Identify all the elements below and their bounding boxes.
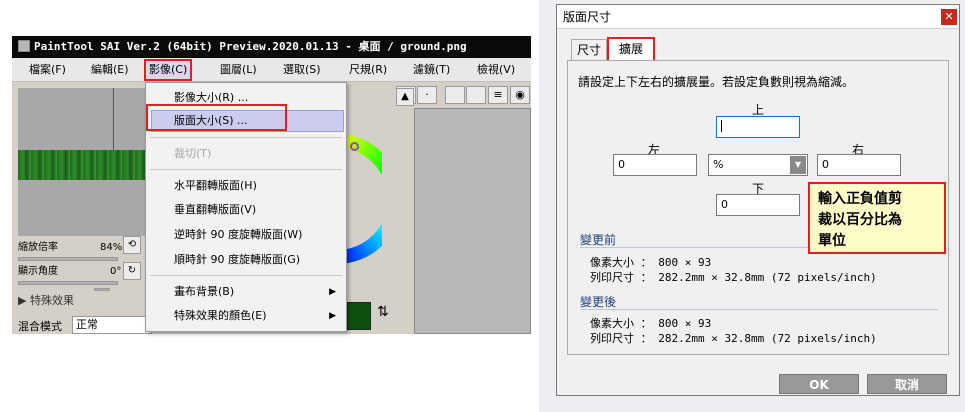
menu-edit[interactable]: 編輯(E): [88, 61, 132, 79]
angle-value: 0°: [110, 266, 122, 277]
after-pixel-size: 像素大小 ： 800 × 93: [590, 315, 711, 331]
sai-app-icon: [18, 40, 30, 52]
highlight-box-canvas-size: [146, 104, 287, 131]
bottom-input[interactable]: 0: [716, 194, 800, 216]
tab-expand[interactable]: 擴展: [607, 37, 655, 61]
zoom-row: 縮放倍率 84%: [18, 240, 122, 256]
dialog-title: 版面尺寸: [563, 10, 612, 24]
menu-separator: [150, 137, 342, 138]
menu-filter[interactable]: 濾鏡(T): [410, 61, 453, 79]
effect-color-label: 特殊效果的顏色(E): [174, 309, 267, 322]
tool-icon-a[interactable]: [445, 86, 465, 104]
menu-file[interactable]: 檔案(F): [26, 61, 69, 79]
panel-grip[interactable]: [94, 288, 110, 291]
left-input[interactable]: 0: [613, 154, 697, 176]
after-pixel-label: 像素大小 ：: [590, 317, 652, 330]
zoom-value: 84%: [100, 242, 123, 253]
swap-arrows-icon[interactable]: ⇅: [377, 304, 389, 320]
menu-ruler[interactable]: 尺規(R): [346, 61, 390, 79]
rotate-reset-button[interactable]: ↻: [123, 262, 141, 280]
preview-divider: [113, 88, 114, 150]
tab-size[interactable]: 尺寸: [571, 39, 607, 61]
primary-color-swatch[interactable]: [347, 302, 371, 330]
after-pixel-value: 800 × 93: [658, 317, 712, 330]
zoom-reset-button[interactable]: ⟲: [123, 236, 141, 254]
tool-icon-b[interactable]: [466, 86, 486, 104]
after-divider: [580, 309, 938, 310]
before-print-size: 列印尺寸 ： 282.2mm × 32.8mm (72 pixels/inch): [590, 269, 877, 285]
menu-image[interactable]: 影像(C): [144, 59, 193, 81]
menu-flip-vertical[interactable]: 垂直翻轉版面(V): [146, 199, 346, 221]
zoom-slider[interactable]: [18, 257, 118, 261]
after-print-label: 列印尺寸 ：: [590, 332, 652, 345]
menu-rotate-cw[interactable]: 順時針 90 度旋轉版面(G): [146, 249, 346, 271]
before-section-title: 變更前: [580, 233, 617, 247]
menu-select[interactable]: 選取(S): [280, 61, 324, 79]
menu-canvas-background[interactable]: 畫布背景(B) ▶: [146, 281, 346, 303]
annotation-note: 輸入正負值剪 裁以百分比為 單位: [808, 182, 946, 254]
menu-crop: 裁切(T): [174, 147, 212, 160]
before-pixel-label: 像素大小 ：: [590, 256, 652, 269]
top-input[interactable]: [716, 116, 800, 138]
scroll-up-icon[interactable]: ▲: [396, 88, 414, 106]
menu-separator: [150, 169, 342, 170]
before-print-value: 282.2mm × 32.8mm (72 pixels/inch): [658, 271, 877, 284]
menu-effect-color[interactable]: 特殊效果的顏色(E) ▶: [146, 305, 346, 327]
after-print-size: 列印尺寸 ： 282.2mm × 32.8mm (72 pixels/inch): [590, 330, 877, 346]
chevron-down-icon[interactable]: ▼: [790, 156, 806, 174]
unit-select-value: %: [713, 158, 724, 171]
angle-label: 顯示角度: [18, 266, 58, 277]
instruction-text: 請設定上下左右的擴展量。若設定負數則視為縮減。: [578, 75, 855, 89]
submenu-arrow-icon: ▶: [329, 311, 336, 321]
before-pixel-value: 800 × 93: [658, 256, 712, 269]
canvas-background-label: 畫布背景(B): [174, 285, 235, 298]
sai-title-text: PaintTool SAI Ver.2 (64bit) Preview.2020…: [34, 40, 467, 53]
special-effects-toggle[interactable]: ▶ 特殊效果: [18, 292, 74, 308]
grass-strip: [18, 150, 148, 180]
redo-icon[interactable]: ·: [417, 86, 437, 104]
layer-panel[interactable]: [414, 108, 531, 334]
cancel-button[interactable]: 取消: [867, 374, 947, 394]
eye-icon[interactable]: ◉: [510, 86, 530, 104]
right-input[interactable]: 0: [817, 154, 901, 176]
text-caret: [721, 120, 722, 132]
after-section-title: 變更後: [580, 295, 617, 309]
unit-select[interactable]: % ▼: [708, 154, 808, 176]
menu-layer[interactable]: 圖層(L): [217, 61, 260, 79]
blend-mode-select[interactable]: 正常: [72, 316, 152, 334]
dialog-title-bar: 版面尺寸 ✕: [557, 5, 959, 29]
menu-flip-horizontal[interactable]: 水平翻轉版面(H): [146, 175, 346, 197]
before-pixel-size: 像素大小 ： 800 × 93: [590, 254, 711, 270]
navigator-preview[interactable]: [18, 88, 148, 236]
angle-row: 顯示角度 0°: [18, 264, 121, 280]
menu-lines-icon[interactable]: ≡: [488, 86, 508, 104]
angle-slider[interactable]: [18, 281, 118, 285]
blend-mode-label: 混合模式: [18, 320, 62, 333]
close-icon[interactable]: ✕: [941, 9, 957, 25]
ok-button[interactable]: OK: [779, 374, 859, 394]
zoom-label: 縮放倍率: [18, 242, 58, 253]
menu-separator: [150, 275, 342, 276]
hue-knob[interactable]: [350, 142, 359, 151]
sai-menubar: 檔案(F) 編輯(E) 影像(C) 圖層(L) 選取(S) 尺規(R) 濾鏡(T…: [12, 58, 531, 82]
after-print-value: 282.2mm × 32.8mm (72 pixels/inch): [658, 332, 877, 345]
menu-rotate-ccw[interactable]: 逆時針 90 度旋轉版面(W): [146, 224, 346, 246]
sai-title-bar: PaintTool SAI Ver.2 (64bit) Preview.2020…: [12, 36, 531, 58]
before-print-label: 列印尺寸 ：: [590, 271, 652, 284]
submenu-arrow-icon: ▶: [329, 287, 336, 297]
menu-view[interactable]: 檢視(V): [474, 61, 518, 79]
